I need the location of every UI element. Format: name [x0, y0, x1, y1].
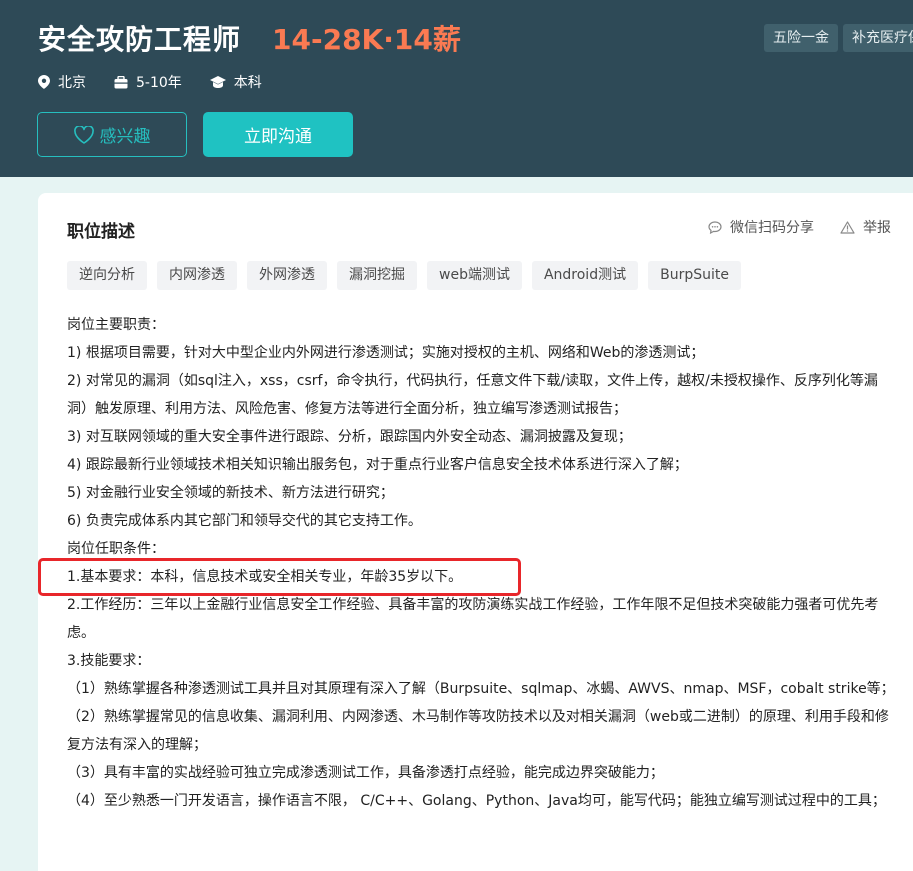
briefcase-icon: [114, 75, 128, 88]
salary: 14-28K·14薪: [272, 23, 461, 56]
job-description-card: 职位描述 微信扫码分享 举报 逆向分析 内网渗透 外网渗透 漏洞挖掘 web端测…: [38, 193, 913, 871]
job-header: 安全攻防工程师 14-28K·14薪 五险一金 补充医疗保 北京 5-10年 本…: [0, 0, 913, 177]
interest-button[interactable]: 感兴趣: [37, 112, 187, 157]
job-description-text: 岗位主要职责： 1) 根据项目需要，针对大中型企业内外网进行渗透测试；实施对授权…: [67, 311, 897, 815]
location-pin-icon: [38, 75, 50, 89]
description-line: 岗位主要职责：: [67, 317, 165, 333]
skill-tags: 逆向分析 内网渗透 外网渗透 漏洞挖掘 web端测试 Android测试 Bur…: [67, 261, 751, 290]
chat-now-button[interactable]: 立即沟通: [203, 112, 353, 157]
job-title: 安全攻防工程师: [38, 23, 242, 56]
heart-icon: [73, 125, 94, 144]
description-line: 1.基本要求：本科，信息技术或安全相关专业，年龄35岁以下。: [67, 569, 463, 585]
share-button[interactable]: 微信扫码分享: [708, 217, 814, 237]
description-line: 3) 对互联网领域的重大安全事件进行跟踪、分析，跟踪国内外安全动态、漏洞披露及复…: [67, 429, 632, 445]
description-line: 4) 跟踪最新行业领域技术相关知识输出服务包，对于重点行业客户信息安全技术体系进…: [67, 457, 688, 473]
interest-label: 感兴趣: [99, 127, 151, 147]
skill-tag: web端测试: [427, 261, 522, 290]
description-line: （2）熟练掌握常见的信息收集、漏洞利用、内网渗透、木马制作等攻防技术以及对相关漏…: [67, 709, 889, 753]
education-label: 本科: [233, 75, 262, 91]
description-line: 6) 负责完成体系内其它部门和领导交代的其它支持工作。: [67, 513, 422, 529]
warning-triangle-icon: [840, 220, 855, 234]
skill-tag: BurpSuite: [648, 261, 741, 290]
skill-tag: 漏洞挖掘: [337, 261, 417, 290]
meta-experience: 5-10年: [114, 72, 182, 92]
city-label: 北京: [58, 75, 86, 91]
meta-city: 北京: [38, 72, 86, 92]
share-label: 微信扫码分享: [730, 220, 814, 236]
skill-tag: 外网渗透: [247, 261, 327, 290]
description-line: （4）至少熟悉一门开发语言，操作语言不限， C/C++、Golang、Pytho…: [67, 793, 886, 809]
report-button[interactable]: 举报: [840, 217, 891, 237]
report-label: 举报: [863, 220, 891, 236]
description-line: 1) 根据项目需要，针对大中型企业内外网进行渗透测试；实施对授权的主机、网络和W…: [67, 345, 705, 361]
skill-tag: Android测试: [531, 261, 639, 290]
description-line: 2) 对常见的漏洞（如sql注入，xss，csrf，命令执行，代码执行，任意文件…: [67, 373, 878, 417]
section-title: 职位描述: [67, 222, 135, 242]
description-line: 2.工作经历：三年以上金融行业信息安全工作经验、具备丰富的攻防演练实战工作经验，…: [67, 597, 879, 641]
job-meta: 北京 5-10年 本科: [38, 72, 290, 92]
graduation-cap-icon: [209, 76, 226, 88]
description-line: （3）具有丰富的实战经验可独立完成渗透测试工作，具备渗透打点经验，能完成边界突破…: [67, 765, 664, 781]
description-line: 5) 对金融行业安全领域的新技术、新方法进行研究；: [67, 485, 394, 501]
card-actions: 微信扫码分享 举报: [682, 217, 891, 237]
skill-tag: 逆向分析: [67, 261, 147, 290]
description-line: 岗位任职条件：: [67, 541, 165, 557]
meta-education: 本科: [209, 72, 262, 92]
description-line: 3.技能要求：: [67, 653, 151, 669]
skill-tag: 内网渗透: [157, 261, 237, 290]
benefit-tag: 五险一金: [764, 24, 838, 52]
benefit-tag: 补充医疗保: [843, 24, 913, 52]
experience-label: 5-10年: [136, 75, 182, 91]
description-line: （1）熟练掌握各种渗透测试工具并且对其原理有深入了解（Burpsuite、sql…: [67, 681, 895, 697]
chat-bubble-icon: [708, 220, 722, 234]
